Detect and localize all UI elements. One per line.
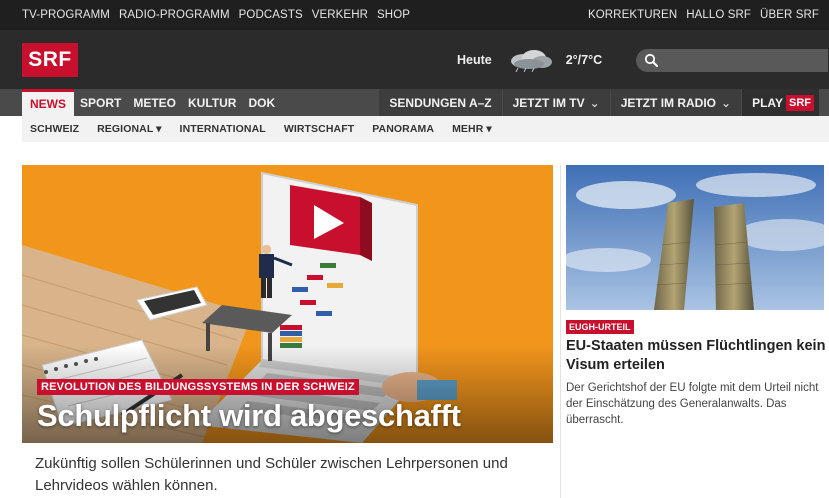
hero-title[interactable]: Schulpflicht wird abgeschafft bbox=[37, 398, 461, 434]
play-label: PLAY bbox=[752, 95, 783, 110]
nav-label-jetzt-im-tv: JETZT IM TV bbox=[512, 95, 585, 110]
main-nav-left: NEWS SPORT METEO KULTUR DOK bbox=[22, 89, 281, 116]
top-links-right: KORREKTUREN HALLO SRF ÜBER SRF bbox=[579, 0, 819, 30]
nav-item-sport[interactable]: SPORT bbox=[74, 89, 127, 116]
side-article-title[interactable]: EU-Staaten müssen Flüchtlingen kein Visu… bbox=[566, 337, 828, 375]
nav-label-jetzt-im-radio: JETZT IM RADIO bbox=[620, 95, 717, 110]
hero-article-teaser[interactable]: REVOLUTION DES BILDUNGSSYSTEMS IN DER SC… bbox=[22, 165, 553, 443]
subnav-item-schweiz[interactable]: SCHWEIZ bbox=[30, 123, 79, 135]
hero-lead: Zukünftig sollen Schülerinnen und Schüle… bbox=[35, 455, 508, 494]
main-nav-right: SENDUNGEN A–Z JETZT IM TV ⌄ JETZT IM RAD… bbox=[378, 89, 819, 116]
nav-item-jetzt-im-radio[interactable]: JETZT IM RADIO ⌄ bbox=[610, 89, 742, 116]
top-link-ueber-srf[interactable]: ÜBER SRF bbox=[760, 9, 819, 21]
weather-temperature: 2°/7°C bbox=[565, 53, 603, 67]
nav-item-news[interactable]: NEWS bbox=[22, 89, 74, 116]
subnav-item-panorama[interactable]: PANORAMA bbox=[372, 123, 434, 135]
nav-item-jetzt-im-tv[interactable]: JETZT IM TV ⌄ bbox=[502, 89, 610, 116]
side-article-image[interactable] bbox=[566, 165, 824, 310]
nav-label-sendungen: SENDUNGEN A–Z bbox=[389, 95, 492, 110]
side-article-text: Der Gerichtshof der EU folgte mit dem Ur… bbox=[566, 382, 819, 426]
search-box[interactable] bbox=[636, 49, 828, 72]
sub-navigation: SCHWEIZ REGIONAL ▾ INTERNATIONAL WIRTSCH… bbox=[22, 116, 829, 142]
weather-widget[interactable]: Heute 2°/7°C bbox=[457, 48, 603, 73]
srf-logo[interactable]: SRF bbox=[22, 43, 78, 77]
nav-item-kultur[interactable]: KULTUR bbox=[182, 89, 242, 116]
subnav-item-regional[interactable]: REGIONAL ▾ bbox=[97, 123, 161, 135]
weather-day: Heute bbox=[457, 53, 492, 67]
subnav-item-international[interactable]: INTERNATIONAL bbox=[180, 123, 266, 135]
nav-item-meteo[interactable]: METEO bbox=[127, 89, 182, 116]
chevron-down-icon: ⌄ bbox=[589, 95, 600, 110]
top-link-hallo-srf[interactable]: HALLO SRF bbox=[686, 9, 751, 21]
top-link-radio-programm[interactable]: RADIO-PROGRAMM bbox=[119, 9, 230, 21]
top-link-shop[interactable]: SHOP bbox=[377, 9, 410, 21]
hero-kicker: REVOLUTION DES BILDUNGSSYSTEMS IN DER SC… bbox=[37, 379, 359, 395]
cloud-icon bbox=[504, 48, 554, 73]
chevron-down-icon: ⌄ bbox=[721, 95, 732, 110]
play-srf-badge: SRF bbox=[786, 94, 814, 111]
search-icon[interactable] bbox=[644, 53, 659, 68]
subnav-item-mehr[interactable]: MEHR ▾ bbox=[452, 123, 492, 135]
site-header: SRF Heute 2°/7°C bbox=[0, 30, 829, 89]
top-link-korrekturen[interactable]: KORREKTUREN bbox=[588, 9, 677, 21]
column-divider bbox=[560, 165, 561, 498]
side-article-kicker: EUGH-URTEIL bbox=[566, 320, 634, 334]
top-link-verkehr[interactable]: VERKEHR bbox=[312, 9, 368, 21]
nav-item-sendungen[interactable]: SENDUNGEN A–Z bbox=[379, 89, 502, 116]
nav-item-dok[interactable]: DOK bbox=[242, 89, 281, 116]
top-link-tv-programm[interactable]: TV-PROGRAMM bbox=[22, 9, 110, 21]
subnav-item-wirtschaft[interactable]: WIRTSCHAFT bbox=[284, 123, 354, 135]
nav-item-play-srf[interactable]: PLAY SRF bbox=[742, 89, 819, 116]
search-input[interactable] bbox=[664, 51, 822, 70]
top-utility-bar: TV-PROGRAMM RADIO-PROGRAMM PODCASTS VERK… bbox=[0, 0, 829, 30]
top-link-podcasts[interactable]: PODCASTS bbox=[239, 9, 303, 21]
main-navigation: NEWS SPORT METEO KULTUR DOK SENDUNGEN A–… bbox=[0, 89, 829, 116]
top-links-left: TV-PROGRAMM RADIO-PROGRAMM PODCASTS VERK… bbox=[22, 0, 419, 30]
